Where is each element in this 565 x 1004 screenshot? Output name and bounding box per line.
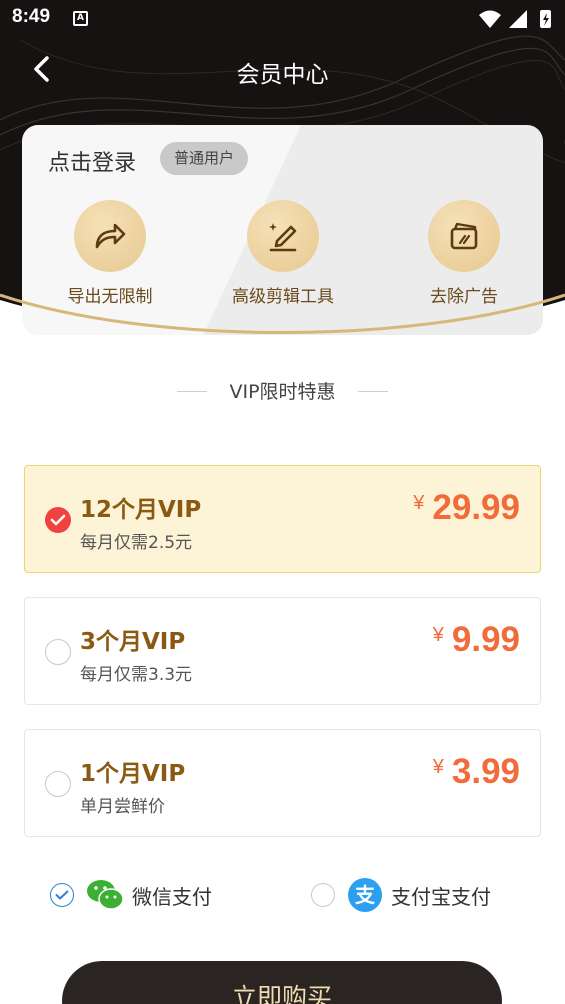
currency-symbol: ¥ — [432, 756, 444, 778]
radio-unchecked-icon[interactable] — [45, 771, 71, 797]
plan-price: ¥9.99 — [433, 620, 520, 660]
price-value: 9.99 — [451, 620, 520, 659]
login-link[interactable]: 点击登录 — [48, 145, 136, 177]
notification-icon: A — [73, 11, 88, 26]
plan-price: ¥3.99 — [433, 752, 520, 792]
plan-name: 3个月VIP — [80, 629, 186, 655]
radio-unchecked-icon[interactable] — [311, 883, 335, 907]
remove-ad-icon — [450, 222, 478, 250]
feature-circle — [74, 200, 146, 272]
alipay-icon: 支 — [348, 878, 382, 912]
payment-option-alipay[interactable]: 支 支付宝支付 — [311, 870, 491, 920]
plan-name: 12个月VIP — [80, 497, 202, 523]
hero-header: 8:49 A 会员中心 点击登录 普通用户 导出无限制 高级剪辑工具 去除广告 — [0, 0, 565, 345]
plan-name: 1个月VIP — [80, 761, 186, 787]
user-type-badge: 普通用户 — [160, 142, 249, 175]
alipay-glyph: 支 — [355, 883, 376, 907]
radio-checked-icon[interactable] — [50, 883, 74, 907]
currency-symbol: ¥ — [413, 492, 425, 514]
signal-icon — [509, 10, 527, 28]
plan-subtitle: 单月尝鲜价 — [80, 797, 165, 817]
feature-circle — [428, 200, 500, 272]
wifi-icon — [479, 10, 501, 28]
edit-pen-icon — [269, 223, 297, 252]
price-value: 29.99 — [432, 488, 520, 527]
payment-methods: 微信支付 支 支付宝支付 — [0, 870, 565, 920]
status-time: 8:49 — [12, 6, 51, 27]
share-arrow-icon — [95, 223, 126, 249]
plan-subtitle: 每月仅需2.5元 — [80, 533, 193, 553]
plan-option-1-month[interactable]: 1个月VIP 单月尝鲜价 ¥3.99 — [24, 729, 541, 837]
plan-subtitle: 每月仅需3.3元 — [80, 665, 193, 685]
radio-checked-icon[interactable] — [45, 507, 71, 533]
status-icons — [479, 10, 551, 28]
plan-price: ¥29.99 — [413, 488, 520, 528]
status-bar: 8:49 A — [0, 0, 565, 38]
wechat-icon — [87, 880, 124, 910]
price-value: 3.99 — [451, 752, 520, 791]
payment-label: 微信支付 — [132, 884, 212, 909]
buy-now-button[interactable]: 立即购买 — [62, 961, 502, 1004]
radio-unchecked-icon[interactable] — [45, 639, 71, 665]
gold-arc-divider — [0, 293, 565, 334]
payment-option-wechat[interactable]: 微信支付 — [50, 870, 212, 920]
section-title: VIP限时特惠 — [229, 381, 336, 403]
plan-option-12-months[interactable]: 12个月VIP 每月仅需2.5元 ¥29.99 — [24, 465, 541, 573]
payment-label: 支付宝支付 — [391, 884, 491, 909]
plan-option-3-months[interactable]: 3个月VIP 每月仅需3.3元 ¥9.99 — [24, 597, 541, 705]
currency-symbol: ¥ — [432, 624, 444, 646]
page-title: 会员中心 — [236, 62, 329, 88]
feature-circle — [247, 200, 319, 272]
section-divider-right — [358, 391, 388, 392]
